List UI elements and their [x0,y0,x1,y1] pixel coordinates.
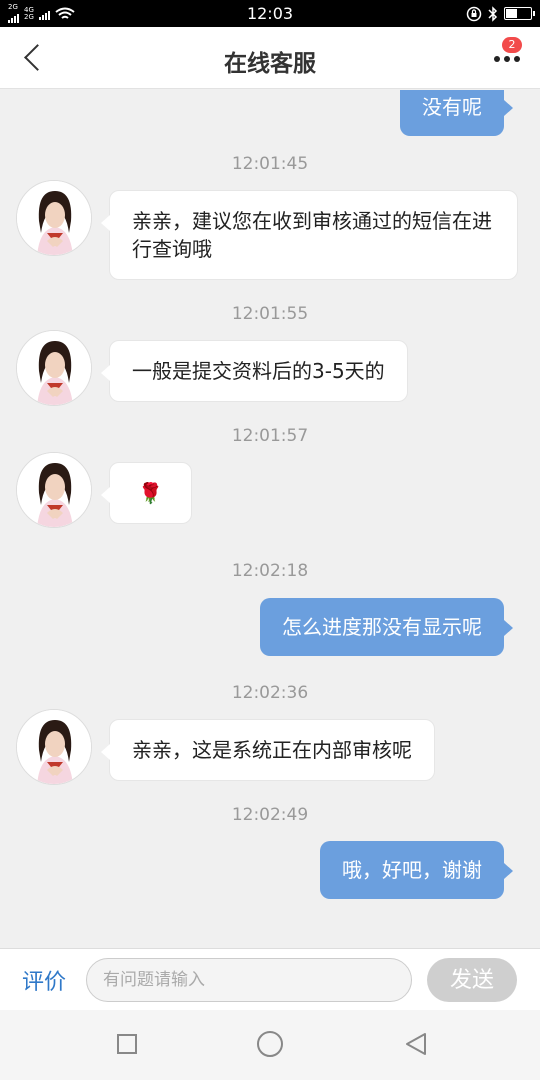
input-bar: 评价 发送 [0,948,540,1010]
chat-header: 在线客服 2 [0,27,540,89]
rate-button[interactable]: 评价 [22,964,66,996]
system-nav-bar [0,1010,540,1080]
message-timestamp: 12:01:45 [231,154,309,174]
message-text: 怎么进度那没有显示呢 [282,615,482,639]
signal-indicators: 2G 4G 2G [8,4,75,23]
message-timestamp: 12:01:57 [231,426,309,446]
message-text: 亲亲，建议您在收到审核通过的短信在进行查询哦 [132,209,492,261]
chat-messages: 没有呢 12:01:45 亲亲，建议您在收到审核通过的短信在进行查询哦 12:0… [0,90,540,948]
bluetooth-icon [488,5,498,22]
message-text: 没有呢 [422,95,482,119]
home-icon[interactable] [257,1031,283,1057]
back-triangle-icon[interactable] [403,1031,429,1057]
sim1-label: 2G [8,3,18,11]
status-time: 12:03 [246,4,294,23]
message-incoming: 亲亲，建议您在收到审核通过的短信在进行查询哦 [101,190,518,280]
message-timestamp: 12:02:36 [231,683,309,703]
wifi-icon [55,7,75,19]
sim1-signal: 2G [8,4,19,23]
more-dots-icon [494,56,520,62]
rotation-lock-icon [466,6,482,21]
send-button[interactable]: 发送 [427,958,517,1002]
message-outgoing: 哦，好吧，谢谢 [320,841,513,899]
message-incoming: 🌹 [101,462,192,524]
notification-badge: 2 [502,37,522,53]
sim2-signal: 4G 2G [24,6,34,21]
message-incoming: 一般是提交资料后的3-5天的 [101,340,408,402]
recent-apps-icon[interactable] [117,1034,137,1054]
status-right [466,5,535,22]
message-outgoing: 怎么进度那没有显示呢 [260,598,513,656]
status-bar: 2G 4G 2G 12:03 [0,0,540,27]
message-input[interactable] [86,958,412,1002]
more-options-button[interactable]: 2 [484,37,524,77]
message-timestamp: 12:01:55 [231,304,309,324]
rose-emoji: 🌹 [138,481,163,505]
message-text: 哦，好吧，谢谢 [342,858,482,882]
message-timestamp: 12:02:18 [231,561,309,581]
message-incoming: 亲亲，这是系统正在内部审核呢 [101,719,435,781]
page-title: 在线客服 [224,51,316,77]
message-outgoing: 没有呢 [400,90,513,136]
sim2-bars-icon [38,8,50,20]
battery-icon [504,7,535,20]
agent-avatar [16,330,92,406]
message-text: 一般是提交资料后的3-5天的 [132,359,385,383]
agent-avatar [16,180,92,256]
agent-avatar [16,709,92,785]
message-timestamp: 12:02:49 [231,805,309,825]
sim2-sub-label: 2G [24,12,34,21]
battery-level [506,9,517,18]
sim1-bars-icon [8,11,19,23]
agent-avatar [16,452,92,528]
message-text: 亲亲，这是系统正在内部审核呢 [132,738,412,762]
